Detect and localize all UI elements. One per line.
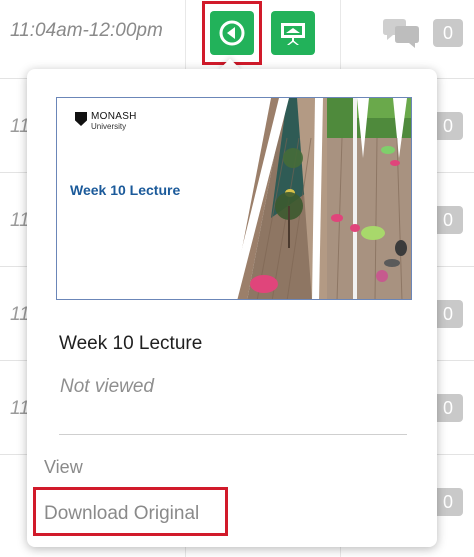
slide-title: Week 10 Lecture (70, 182, 181, 198)
session-time: 11:04am-12:00pm (10, 20, 163, 41)
monash-logo: MONASH University (75, 112, 137, 131)
view-status: Not viewed (60, 376, 154, 397)
view-menu-item[interactable]: View (44, 457, 83, 478)
comments-icon[interactable] (381, 18, 421, 50)
comment-count-badge: 0 (433, 300, 463, 328)
comment-count-badge: 0 (433, 394, 463, 422)
crest-icon (75, 112, 87, 126)
lecture-thumbnail[interactable]: MONASH University Week 10 Lecture (56, 97, 412, 300)
comment-count-badge: 0 (433, 112, 463, 140)
presentation-screen-icon (281, 23, 305, 45)
recording-title: Week 10 Lecture (59, 333, 203, 354)
comment-count-badge: 0 (433, 206, 463, 234)
download-original-menu-item[interactable]: Download Original (44, 503, 199, 525)
playback-button[interactable] (210, 11, 254, 55)
popover-divider (59, 434, 407, 435)
logo-sub: University (91, 122, 127, 131)
presentation-button[interactable] (271, 11, 315, 55)
comment-count-badge: 0 (433, 19, 463, 47)
logo-name: MONASH (91, 111, 137, 122)
back-play-circle-icon (219, 20, 245, 46)
comment-count-badge: 0 (433, 488, 463, 516)
